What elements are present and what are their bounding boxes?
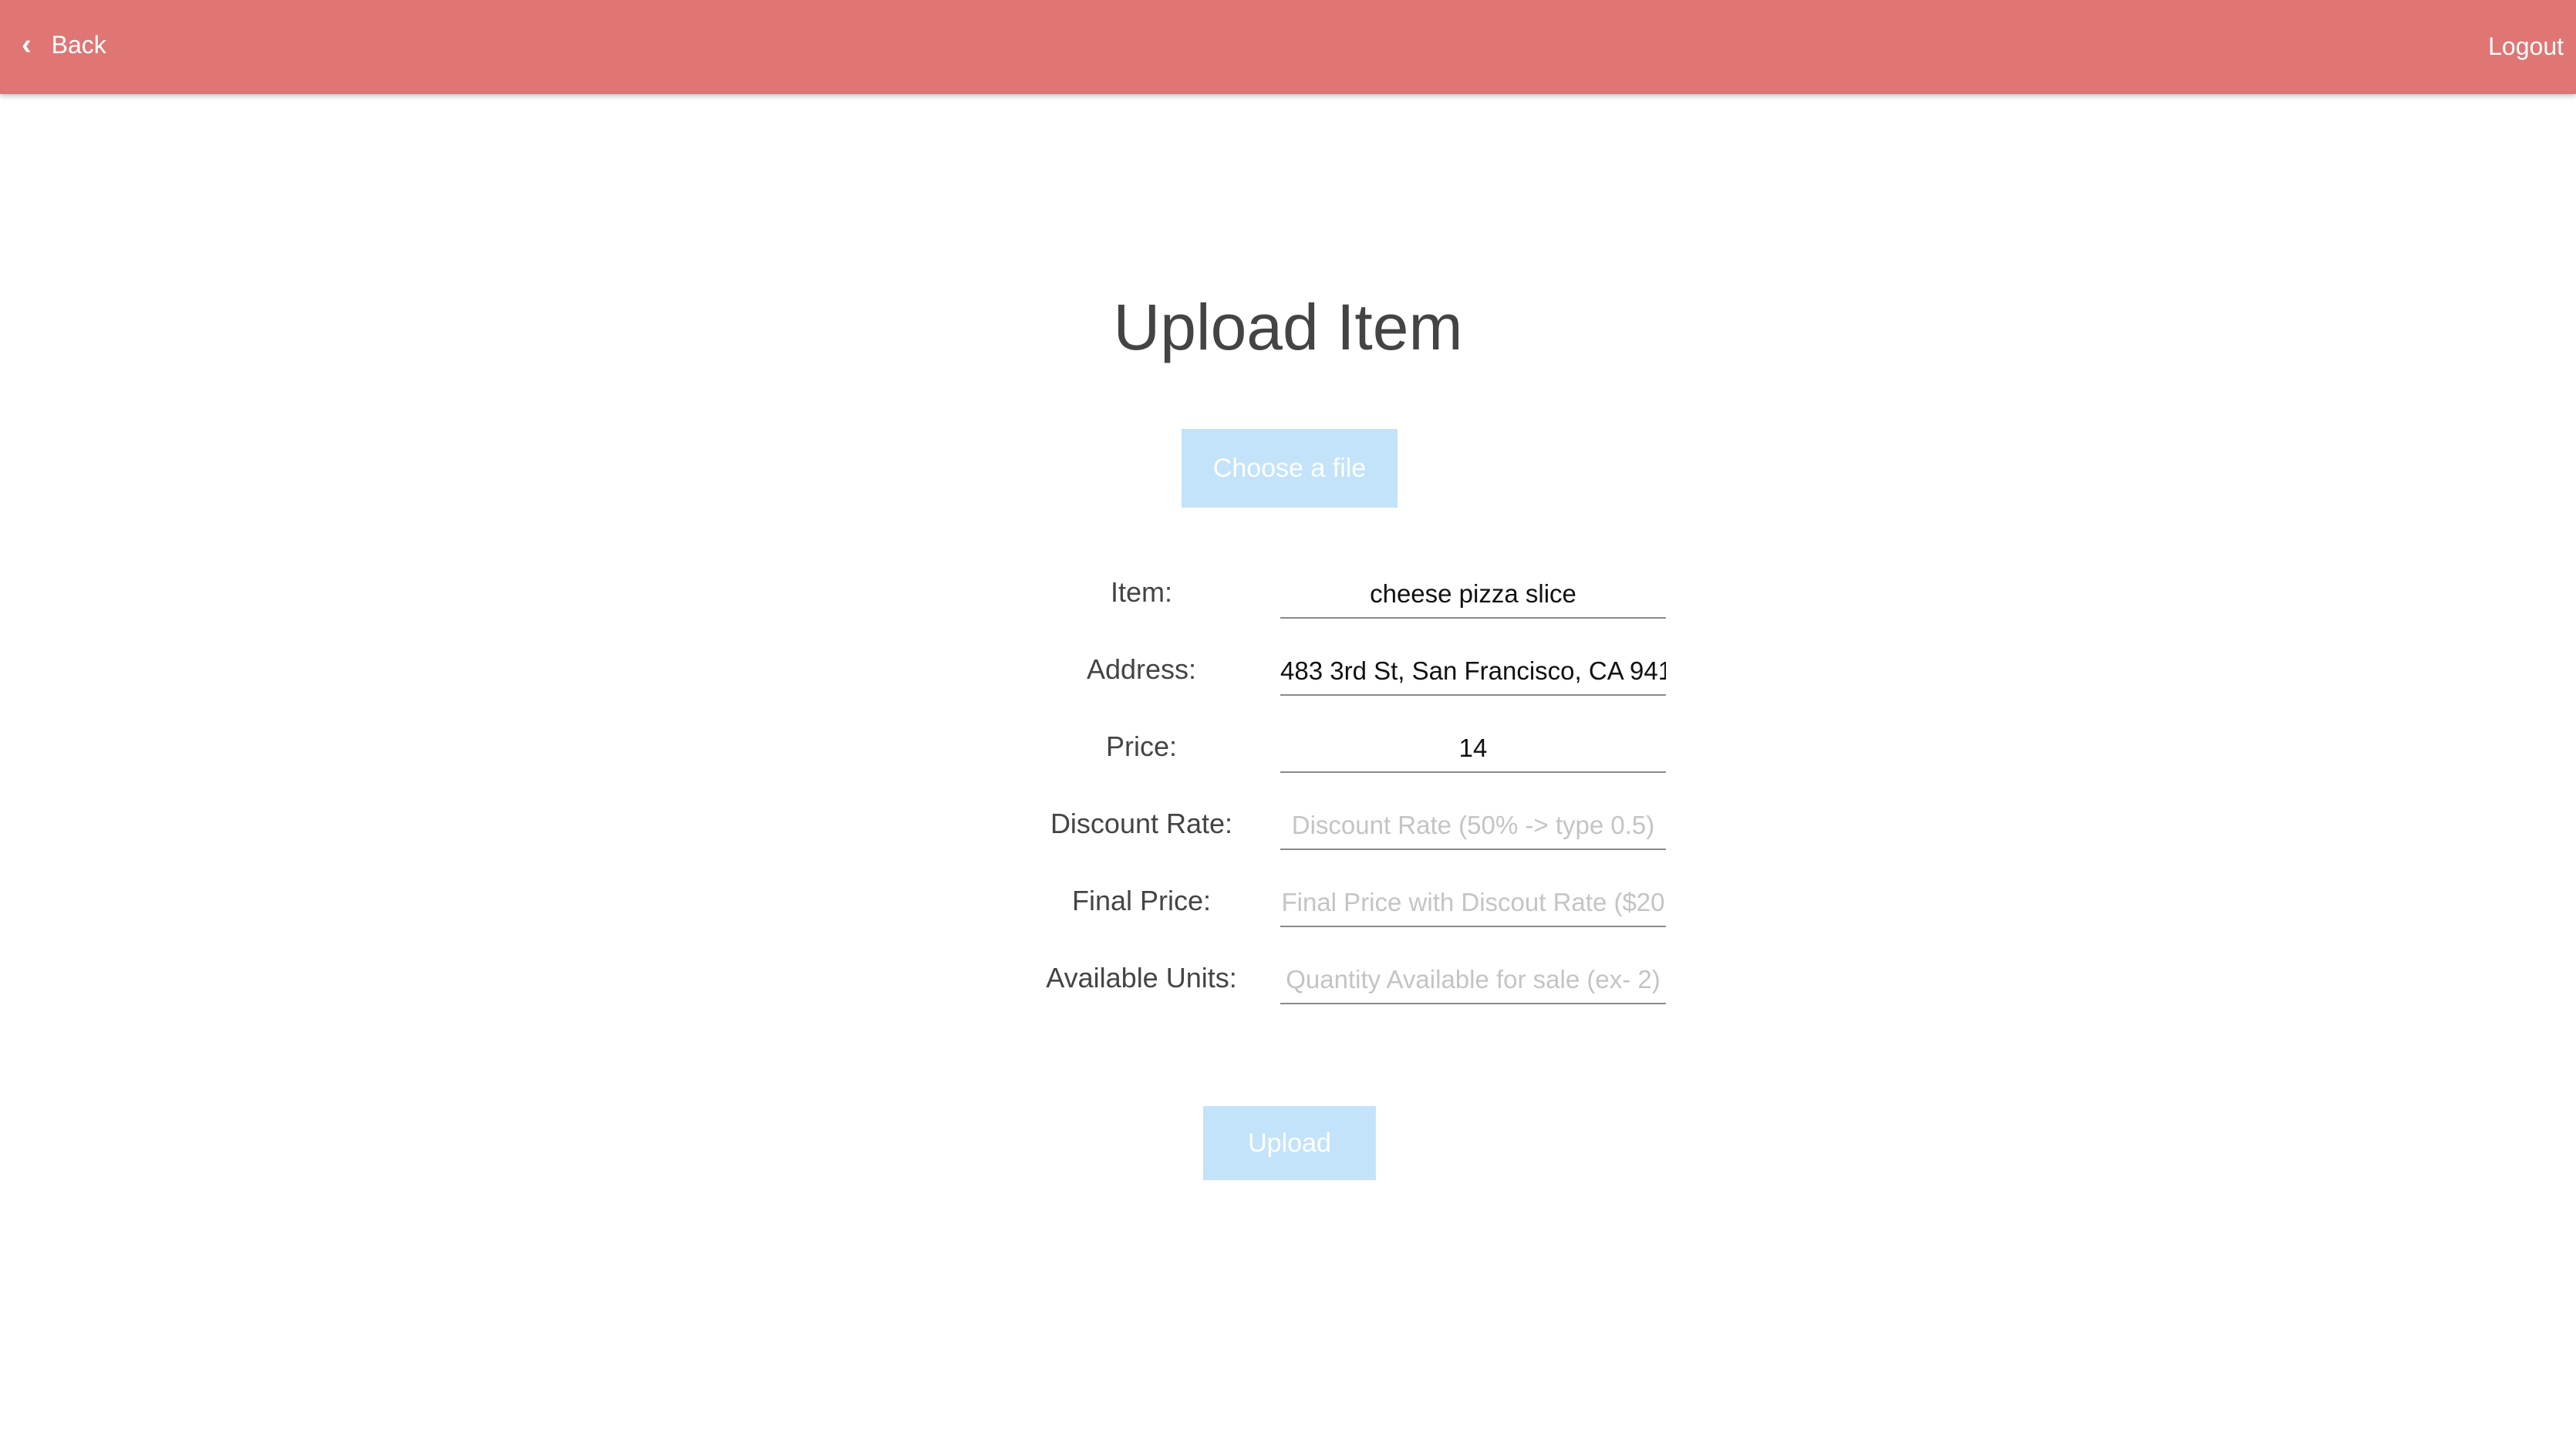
form-row-available-units: Available Units: — [0, 956, 2576, 1034]
final-price-input[interactable] — [1280, 879, 1666, 927]
back-button[interactable]: ‹ Back — [22, 26, 106, 63]
discount-rate-input[interactable] — [1280, 802, 1666, 850]
page-title: Upload Item — [1113, 291, 1463, 363]
price-label: Price: — [1105, 730, 1178, 762]
address-label: Address: — [1086, 653, 1197, 685]
form-row-final-price: Final Price: — [0, 879, 2576, 956]
upload-button[interactable]: Upload — [1203, 1106, 1376, 1180]
back-label: Back — [51, 30, 106, 59]
chevron-left-icon: ‹ — [22, 29, 32, 61]
item-label: Item: — [1110, 576, 1172, 608]
address-input[interactable] — [1280, 648, 1666, 696]
discount-rate-label: Discount Rate: — [1050, 808, 1233, 839]
form-row-item: Item: — [0, 571, 2576, 648]
form-row-price: Price: — [0, 725, 2576, 802]
form-row-discount-rate: Discount Rate: — [0, 802, 2576, 879]
top-navbar: ‹ Back Logout — [0, 0, 2576, 94]
available-units-label: Available Units: — [1046, 962, 1237, 994]
price-input[interactable] — [1280, 725, 1666, 773]
item-input[interactable] — [1280, 571, 1666, 619]
form-row-address: Address: — [0, 648, 2576, 725]
available-units-input[interactable] — [1280, 956, 1666, 1004]
choose-file-button[interactable]: Choose a file — [1182, 429, 1398, 508]
logout-button[interactable]: Logout — [2488, 28, 2564, 65]
final-price-label: Final Price: — [1071, 885, 1212, 916]
